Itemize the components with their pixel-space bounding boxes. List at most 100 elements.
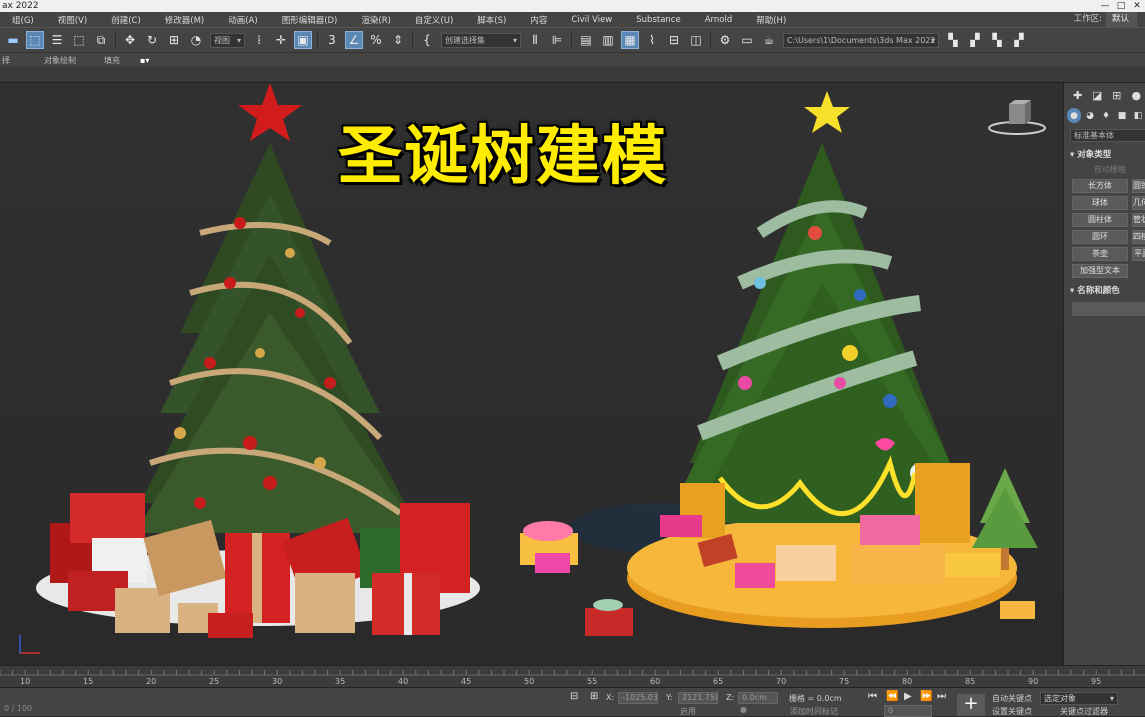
place-icon[interactable]: ◔ xyxy=(187,31,205,49)
go-to-end-icon[interactable]: ⏭ xyxy=(937,691,946,702)
keyboard-shortcut-icon[interactable]: ▣ xyxy=(294,31,312,49)
x-coordinate[interactable]: -1025.036 xyxy=(618,692,658,704)
sphere-button[interactable]: 球体 xyxy=(1072,196,1128,210)
workspace-selector[interactable]: 工作区: 默认 xyxy=(1074,12,1137,27)
play-icon[interactable]: ▶ xyxy=(904,691,912,702)
pyramid-button[interactable]: 四棱锥 xyxy=(1132,230,1145,244)
enable-label[interactable]: 启用 xyxy=(680,706,696,717)
geometry-icon[interactable]: ● xyxy=(1067,108,1081,123)
scale-icon[interactable]: ⊞ xyxy=(165,31,183,49)
workspace-value[interactable]: 默认 xyxy=(1106,12,1137,27)
reference-coordinate-dropdown[interactable]: 视图 xyxy=(210,33,245,48)
scene-explorer-icon[interactable]: ▤ xyxy=(577,31,595,49)
add-time-tag-icon[interactable]: ● xyxy=(740,705,747,714)
teapot-button[interactable]: 茶壶 xyxy=(1072,247,1128,261)
viewcube-icon[interactable] xyxy=(987,96,1047,136)
edit-named-selection-icon[interactable]: { xyxy=(418,31,436,49)
menu-content[interactable]: 内容 xyxy=(518,14,559,26)
primitive-type-dropdown[interactable]: 标准基本体 xyxy=(1070,129,1145,142)
minimize-button[interactable]: — xyxy=(1097,0,1113,12)
select-manipulate-icon[interactable]: ✛ xyxy=(272,31,290,49)
torus-button[interactable]: 圆环 xyxy=(1072,230,1128,244)
cameras-icon[interactable]: ■ xyxy=(1115,108,1129,123)
percent-snap-icon[interactable]: % xyxy=(367,31,385,49)
set-key-button[interactable]: 设置关键点 xyxy=(992,706,1032,717)
project-new-icon[interactable]: ▞ xyxy=(966,31,984,49)
rotate-icon[interactable]: ↻ xyxy=(143,31,161,49)
z-coordinate[interactable]: 0.0cm xyxy=(738,692,778,704)
menu-rendering[interactable]: 渲染(R) xyxy=(349,14,403,26)
close-button[interactable]: ✕ xyxy=(1129,0,1145,12)
key-filters-button[interactable]: 关键点过滤器 xyxy=(1060,706,1108,717)
menu-substance[interactable]: Substance xyxy=(624,15,692,25)
material-editor-icon[interactable]: ◫ xyxy=(687,31,705,49)
move-icon[interactable]: ✥ xyxy=(121,31,139,49)
rectangular-selection-icon[interactable]: ⬚ xyxy=(70,31,88,49)
window-crossing-icon[interactable]: ⧉ xyxy=(92,31,110,49)
mirror-icon[interactable]: ⫴ xyxy=(526,31,544,49)
plane-button[interactable]: 平面 xyxy=(1132,247,1145,261)
align-icon[interactable]: ⊫ xyxy=(548,31,566,49)
tube-button[interactable]: 管状体 xyxy=(1132,213,1145,227)
lock-selection-icon[interactable]: ⊟ xyxy=(570,691,578,702)
project-folder-path[interactable]: C:\Users\1\Documents\3ds Max 2022 xyxy=(783,33,939,48)
add-key-button[interactable]: + xyxy=(957,694,985,716)
autogrid-checkbox[interactable]: 自动栅格 xyxy=(1094,164,1145,175)
cylinder-button[interactable]: 圆柱体 xyxy=(1072,213,1128,227)
add-time-tag[interactable]: 添加时间标记 xyxy=(790,706,838,717)
hierarchy-tab-icon[interactable]: ⊞ xyxy=(1108,87,1126,103)
geosphere-button[interactable]: 几何球体 xyxy=(1132,196,1145,210)
timeline-ruler[interactable]: 10 15 20 25 30 35 40 45 50 55 60 65 70 7… xyxy=(0,665,1145,687)
menu-arnold[interactable]: Arnold xyxy=(693,15,745,25)
angle-snap-icon[interactable]: ∠ xyxy=(345,31,363,49)
project-folder-icon[interactable]: ▞ xyxy=(1010,31,1028,49)
render-setup-icon[interactable]: ⚙ xyxy=(716,31,734,49)
menu-modifiers[interactable]: 修改器(M) xyxy=(153,14,216,26)
helpers-icon[interactable]: ◧ xyxy=(1131,108,1145,123)
rendered-frame-window-icon[interactable]: ▭ xyxy=(738,31,756,49)
select-object-icon[interactable]: ⬚ xyxy=(26,31,44,49)
lights-icon[interactable]: ♦ xyxy=(1099,108,1113,123)
selected-objects-dropdown[interactable]: 选定对象 xyxy=(1040,692,1118,705)
menu-create[interactable]: 创建(C) xyxy=(99,14,153,26)
schematic-view-icon[interactable]: ⊟ xyxy=(665,31,683,49)
motion-tab-icon[interactable]: ● xyxy=(1128,87,1145,103)
layer-explorer-icon[interactable]: ▥ xyxy=(599,31,617,49)
menu-help[interactable]: 帮助(H) xyxy=(744,14,798,26)
ribbon-tab-populate[interactable]: 填充 xyxy=(104,55,120,66)
named-selection-dropdown[interactable]: 创建选择集 xyxy=(441,33,521,48)
pivot-icon[interactable]: ⁞ xyxy=(250,31,268,49)
snaps-toggle-icon[interactable]: 3 xyxy=(323,31,341,49)
modify-tab-icon[interactable]: ◪ xyxy=(1089,87,1107,103)
menu-scripting[interactable]: 脚本(S) xyxy=(465,14,518,26)
restore-button[interactable]: □ xyxy=(1113,0,1129,12)
menu-group[interactable]: 组(G) xyxy=(0,14,46,26)
textplus-button[interactable]: 加强型文本 xyxy=(1072,264,1128,278)
next-frame-icon[interactable]: ⏩ xyxy=(920,691,932,702)
menu-view[interactable]: 视图(V) xyxy=(46,14,99,26)
box-button[interactable]: 长方体 xyxy=(1072,179,1128,193)
go-to-start-icon[interactable]: ⏮ xyxy=(868,691,877,702)
current-frame-field[interactable]: 0 xyxy=(884,705,932,717)
ribbon-tab-selection[interactable]: 择 xyxy=(2,55,10,66)
select-by-name-icon[interactable]: ☰ xyxy=(48,31,66,49)
ribbon-toggle-icon[interactable]: ▦ xyxy=(621,31,639,49)
render-production-icon[interactable]: ☕ xyxy=(760,31,778,49)
undo-icon[interactable]: ▬ xyxy=(4,31,22,49)
menu-civil-view[interactable]: Civil View xyxy=(559,15,624,25)
previous-frame-icon[interactable]: ⏪ xyxy=(886,691,898,702)
menu-customize[interactable]: 自定义(U) xyxy=(403,14,465,26)
rollout-object-type[interactable]: ▾ 对象类型 xyxy=(1070,148,1145,160)
cone-button[interactable]: 圆锥体 xyxy=(1132,179,1145,193)
menu-graph-editors[interactable]: 图形编辑器(D) xyxy=(270,14,350,26)
shapes-icon[interactable]: ◕ xyxy=(1083,108,1097,123)
menu-animation[interactable]: 动画(A) xyxy=(216,14,269,26)
object-name-field[interactable] xyxy=(1072,302,1145,316)
curve-editor-icon[interactable]: ⌇ xyxy=(643,31,661,49)
ribbon-tab-object-paint[interactable]: 对象绘制 xyxy=(44,55,76,66)
project-set-icon[interactable]: ▚ xyxy=(988,31,1006,49)
y-coordinate[interactable]: 2121.758 xyxy=(678,692,718,704)
spinner-snap-icon[interactable]: ⇕ xyxy=(389,31,407,49)
auto-key-button[interactable]: 自动关键点 xyxy=(992,693,1032,704)
perspective-viewport[interactable]: 圣诞树建模 xyxy=(0,83,1063,665)
